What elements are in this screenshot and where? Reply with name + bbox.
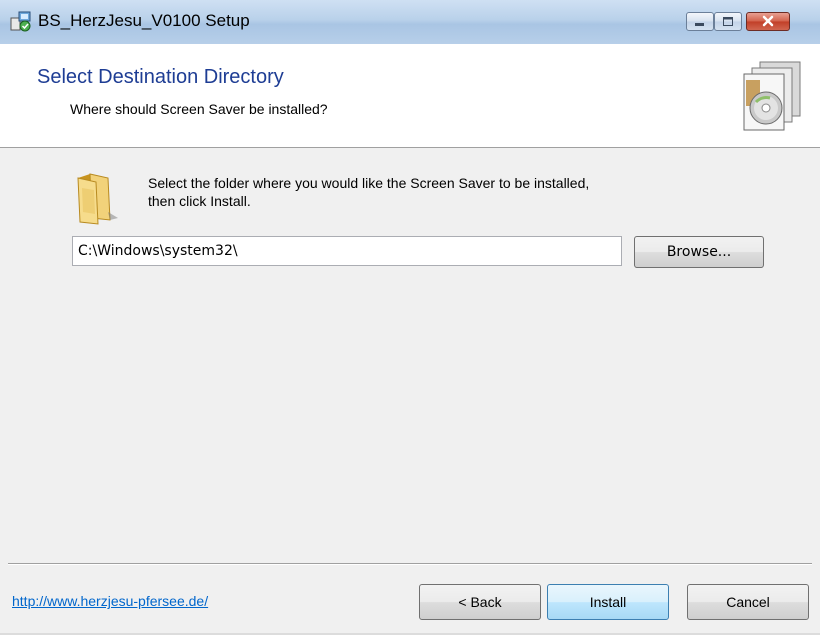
cancel-button[interactable]: Cancel [687, 584, 809, 620]
installer-disc-icon [743, 61, 801, 131]
maximize-icon [723, 17, 733, 26]
destination-path-input[interactable] [72, 236, 622, 266]
minimize-icon [695, 23, 704, 26]
folder-icon [77, 173, 118, 225]
setup-window: BS_HerzJesu_V0100 Setup Select Destinati… [0, 0, 820, 635]
minimize-button[interactable] [686, 12, 714, 31]
maximize-button[interactable] [714, 12, 742, 31]
website-link[interactable]: http://www.herzjesu-pfersee.de/ [12, 593, 208, 609]
instruction-line-2: then click Install. [148, 193, 251, 209]
window-title: BS_HerzJesu_V0100 Setup [38, 11, 250, 30]
title-bar[interactable]: BS_HerzJesu_V0100 Setup [0, 0, 820, 44]
browse-button[interactable]: Browse... [634, 236, 764, 268]
footer-separator [8, 563, 812, 565]
close-icon [762, 15, 774, 27]
instruction-text: Select the folder where you would like t… [148, 174, 708, 210]
wizard-header: Select Destination Directory Where shoul… [0, 44, 820, 148]
page-subtitle: Where should Screen Saver be installed? [70, 101, 328, 117]
page-title: Select Destination Directory [37, 66, 284, 88]
close-button[interactable] [746, 12, 790, 31]
back-button[interactable]: < Back [419, 584, 541, 620]
install-button[interactable]: Install [547, 584, 669, 620]
instruction-line-1: Select the folder where you would like t… [148, 175, 590, 191]
setup-app-icon [10, 11, 31, 32]
